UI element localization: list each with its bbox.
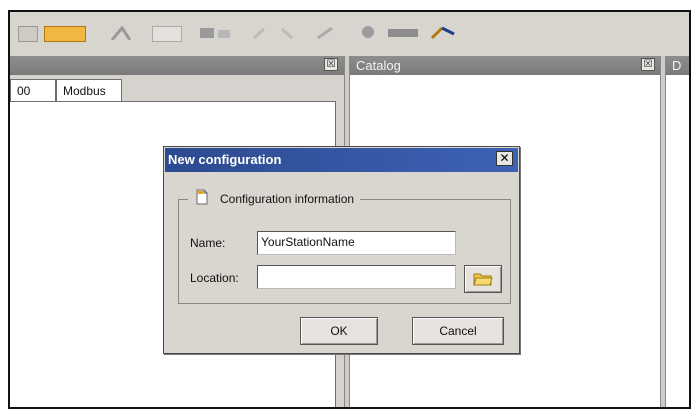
group-legend: Configuration information xyxy=(188,189,361,211)
ok-button[interactable]: OK xyxy=(300,317,378,345)
name-field[interactable]: YourStationName xyxy=(257,231,456,255)
catalog-panel-close-icon[interactable]: ☒ xyxy=(641,58,655,71)
name-label: Name: xyxy=(190,236,226,250)
document-icon xyxy=(194,189,210,211)
browse-button[interactable] xyxy=(464,265,502,293)
redo-icon[interactable] xyxy=(278,26,298,40)
left-panel-close-icon[interactable]: ☒ xyxy=(324,58,338,71)
folder-icon xyxy=(473,270,493,296)
location-field[interactable] xyxy=(257,265,456,289)
new-configuration-dialog: New configuration ✕ Configuration inform… xyxy=(163,146,520,354)
network-icon[interactable] xyxy=(356,26,380,40)
arrow-icon[interactable] xyxy=(314,26,344,40)
cancel-button[interactable]: Cancel xyxy=(412,317,504,345)
connect-icon[interactable] xyxy=(386,26,420,40)
right-panel-body xyxy=(666,75,689,407)
toolbar xyxy=(10,12,689,57)
dialog-close-icon[interactable]: ✕ xyxy=(496,151,513,166)
tools-icon[interactable] xyxy=(430,26,456,40)
new-icon[interactable] xyxy=(18,26,38,42)
open-folder-icon[interactable] xyxy=(44,26,86,42)
right-panel-header: D xyxy=(666,56,689,75)
tab-modbus[interactable]: Modbus xyxy=(56,79,122,101)
group-label: Configuration information xyxy=(220,192,355,207)
left-panel-header xyxy=(10,56,344,75)
location-label: Location: xyxy=(190,271,239,285)
cut-icon[interactable] xyxy=(108,25,142,41)
copy-icon[interactable] xyxy=(152,26,182,42)
tab-00[interactable]: 00 xyxy=(10,79,56,101)
undo-icon[interactable] xyxy=(250,26,270,40)
catalog-panel-header: Catalog xyxy=(350,56,660,75)
paste-icon[interactable] xyxy=(198,26,234,40)
dialog-title: New configuration xyxy=(165,148,518,172)
